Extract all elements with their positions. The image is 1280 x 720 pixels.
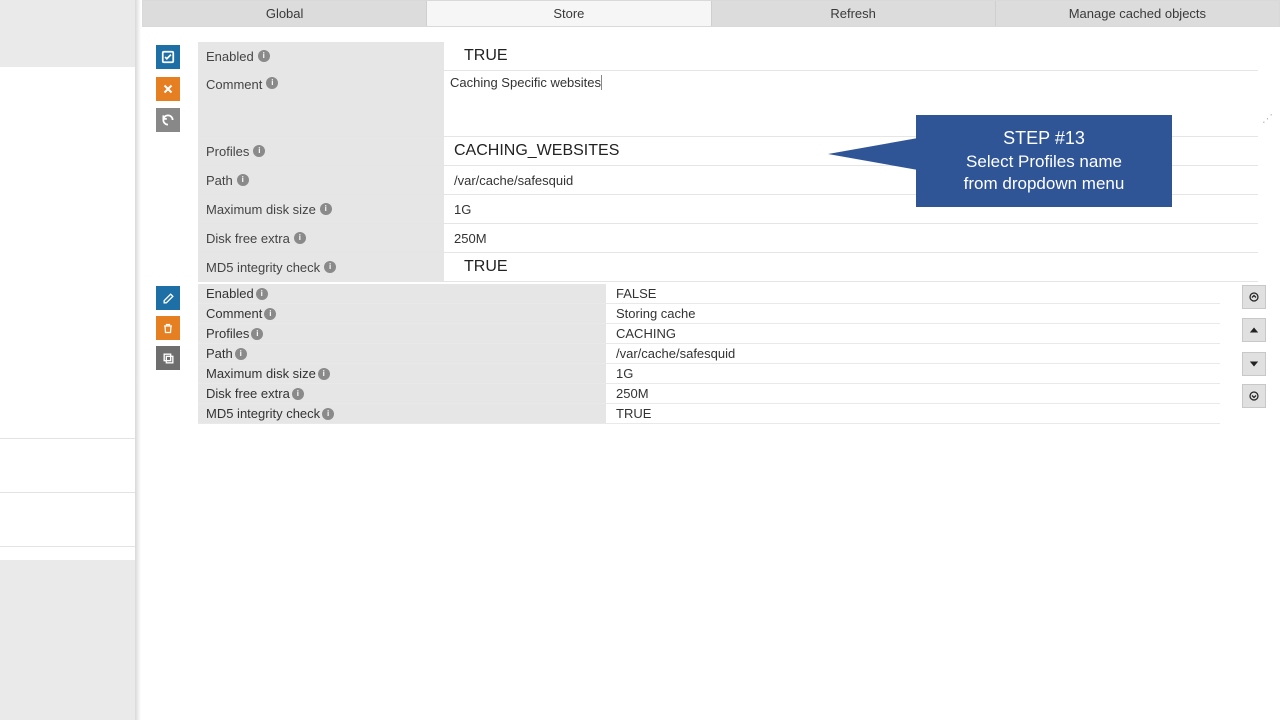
- label-comment: Commenti: [198, 71, 444, 136]
- callout-line1: Select Profiles name: [966, 151, 1122, 173]
- label-diskfree: Disk free extrai: [198, 224, 444, 252]
- lvalue-profiles: CACHING: [606, 324, 1220, 343]
- info-icon[interactable]: i: [235, 348, 247, 360]
- label-maxdisk: Maximum disk sizei: [198, 195, 444, 223]
- lvalue-comment: Storing cache: [606, 304, 1220, 323]
- info-icon[interactable]: i: [264, 308, 276, 320]
- info-icon[interactable]: i: [324, 261, 336, 273]
- left-divider-1: [0, 438, 135, 493]
- left-sidebar: [0, 0, 135, 720]
- llabel-enabled: Enabledi: [198, 284, 606, 303]
- info-icon[interactable]: i: [318, 368, 330, 380]
- tab-store[interactable]: Store: [427, 1, 711, 26]
- llabel-profiles: Profilesi: [198, 324, 606, 343]
- cancel-button[interactable]: [156, 77, 180, 101]
- md5-dropdown[interactable]: TRUE: [444, 253, 1258, 281]
- tab-refresh[interactable]: Refresh: [712, 1, 996, 26]
- info-icon[interactable]: i: [256, 288, 268, 300]
- lvalue-diskfree: 250M: [606, 384, 1220, 403]
- resize-grip-icon[interactable]: ⋰: [1262, 116, 1274, 128]
- llabel-md5: MD5 integrity checki: [198, 404, 606, 423]
- tab-manage[interactable]: Manage cached objects: [996, 1, 1279, 26]
- move-top-button[interactable]: [1242, 285, 1266, 309]
- llabel-comment: Commenti: [198, 304, 606, 323]
- move-bottom-button[interactable]: [1242, 384, 1266, 408]
- llabel-path: Pathi: [198, 344, 606, 363]
- lvalue-md5: TRUE: [606, 404, 1220, 423]
- llabel-maxdisk: Maximum disk sizei: [198, 364, 606, 383]
- left-divider-2: [0, 500, 135, 547]
- info-icon[interactable]: i: [266, 77, 278, 89]
- info-icon[interactable]: i: [292, 388, 304, 400]
- copy-button[interactable]: [156, 346, 180, 370]
- save-button[interactable]: [156, 45, 180, 69]
- step-callout: STEP #13 Select Profiles name from dropd…: [916, 115, 1172, 207]
- info-icon[interactable]: i: [322, 408, 334, 420]
- label-enabled: Enabledi: [198, 42, 444, 70]
- left-block-top: [0, 0, 135, 67]
- revert-button[interactable]: [156, 108, 180, 132]
- tab-bar: Global Store Refresh Manage cached objec…: [142, 0, 1280, 27]
- info-icon[interactable]: i: [237, 174, 249, 186]
- llabel-diskfree: Disk free extrai: [198, 384, 606, 403]
- lvalue-maxdisk: 1G: [606, 364, 1220, 383]
- info-icon[interactable]: i: [251, 328, 263, 340]
- label-md5: MD5 integrity checki: [198, 253, 444, 281]
- lvalue-enabled: FALSE: [606, 284, 1220, 303]
- tab-global[interactable]: Global: [143, 1, 427, 26]
- left-block-bottom: [0, 560, 135, 720]
- info-icon[interactable]: i: [253, 145, 265, 157]
- info-icon[interactable]: i: [320, 203, 332, 215]
- move-down-button[interactable]: [1242, 352, 1266, 376]
- edit-button[interactable]: [156, 286, 180, 310]
- delete-button[interactable]: [156, 316, 180, 340]
- left-shadow: [135, 0, 141, 720]
- info-icon[interactable]: i: [258, 50, 270, 62]
- move-up-button[interactable]: [1242, 318, 1266, 342]
- info-icon[interactable]: i: [294, 232, 306, 244]
- entry-list: EnablediFALSE CommentiStoring cache Prof…: [198, 284, 1220, 424]
- value-enabled[interactable]: TRUE: [444, 42, 1258, 70]
- label-profiles: Profilesi: [198, 137, 444, 165]
- lvalue-path: /var/cache/safesquid: [606, 344, 1220, 363]
- diskfree-input[interactable]: 250M: [444, 224, 1258, 252]
- callout-arrow-icon: [828, 138, 918, 170]
- callout-title: STEP #13: [1003, 127, 1085, 150]
- callout-line2: from dropdown menu: [964, 173, 1125, 195]
- label-path: Pathi: [198, 166, 444, 194]
